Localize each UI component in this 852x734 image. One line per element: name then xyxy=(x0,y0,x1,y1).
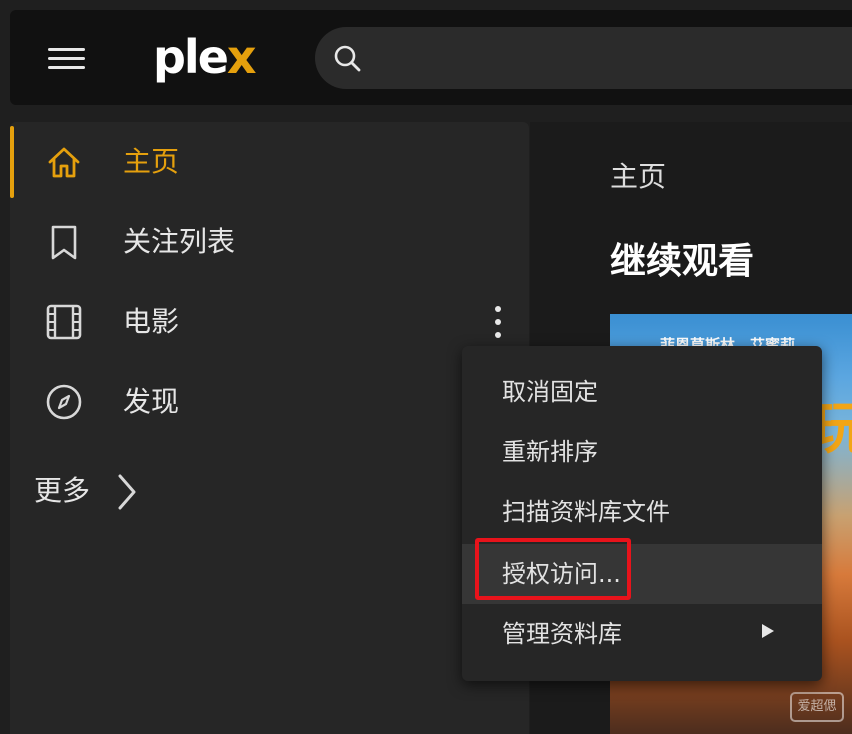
menu-item-label: 扫描资料库文件 xyxy=(502,498,670,526)
home-icon xyxy=(48,147,80,178)
menu-item-label: 管理资料库 xyxy=(502,620,622,648)
more-options-icon[interactable] xyxy=(488,302,508,342)
search-icon xyxy=(334,45,361,72)
menu-item-label: 取消固定 xyxy=(502,378,598,406)
watermark: 爱超偲 xyxy=(790,692,844,722)
sidebar-item-watchlist[interactable]: 关注列表 xyxy=(10,206,529,278)
hamburger-menu-icon[interactable] xyxy=(48,46,85,70)
sidebar-item-label: 主页 xyxy=(123,145,180,178)
compass-icon xyxy=(46,384,82,420)
breadcrumb: 主页 xyxy=(610,160,667,193)
sidebar-more-label: 更多 xyxy=(34,474,91,507)
sidebar-item-discover[interactable]: 发现 xyxy=(10,366,529,438)
menu-item-scan-library[interactable]: 扫描资料库文件 xyxy=(462,482,822,542)
search-input[interactable] xyxy=(315,27,852,89)
library-context-menu: 取消固定 重新排序 扫描资料库文件 授权访问... 管理资料库 xyxy=(462,346,822,681)
film-icon xyxy=(46,304,82,340)
sidebar-item-label: 电影 xyxy=(123,305,180,338)
sidebar-item-label: 发现 xyxy=(123,385,180,418)
menu-item-label: 重新排序 xyxy=(502,438,598,466)
bookmark-icon xyxy=(51,225,77,260)
menu-item-manage-library[interactable]: 管理资料库 xyxy=(462,604,822,664)
sidebar-item-movies[interactable]: 电影 xyxy=(10,286,529,358)
menu-item-grant-access[interactable]: 授权访问... xyxy=(462,538,822,604)
plex-logo[interactable]: plex xyxy=(153,34,257,80)
menu-item-label: 授权访问... xyxy=(502,560,621,588)
top-bar: plex xyxy=(10,10,852,105)
sidebar-item-home[interactable]: 主页 xyxy=(10,126,529,198)
menu-item-unpin[interactable]: 取消固定 xyxy=(462,362,822,422)
sidebar-item-label: 关注列表 xyxy=(123,225,236,258)
submenu-arrow-icon xyxy=(762,624,774,638)
sidebar: 主页 关注列表 电影 发现 更多 xyxy=(10,122,529,734)
section-title-continue-watching: 继续观看 xyxy=(610,241,755,282)
chevron-right-icon xyxy=(118,474,136,510)
menu-item-reorder[interactable]: 重新排序 xyxy=(462,422,822,482)
